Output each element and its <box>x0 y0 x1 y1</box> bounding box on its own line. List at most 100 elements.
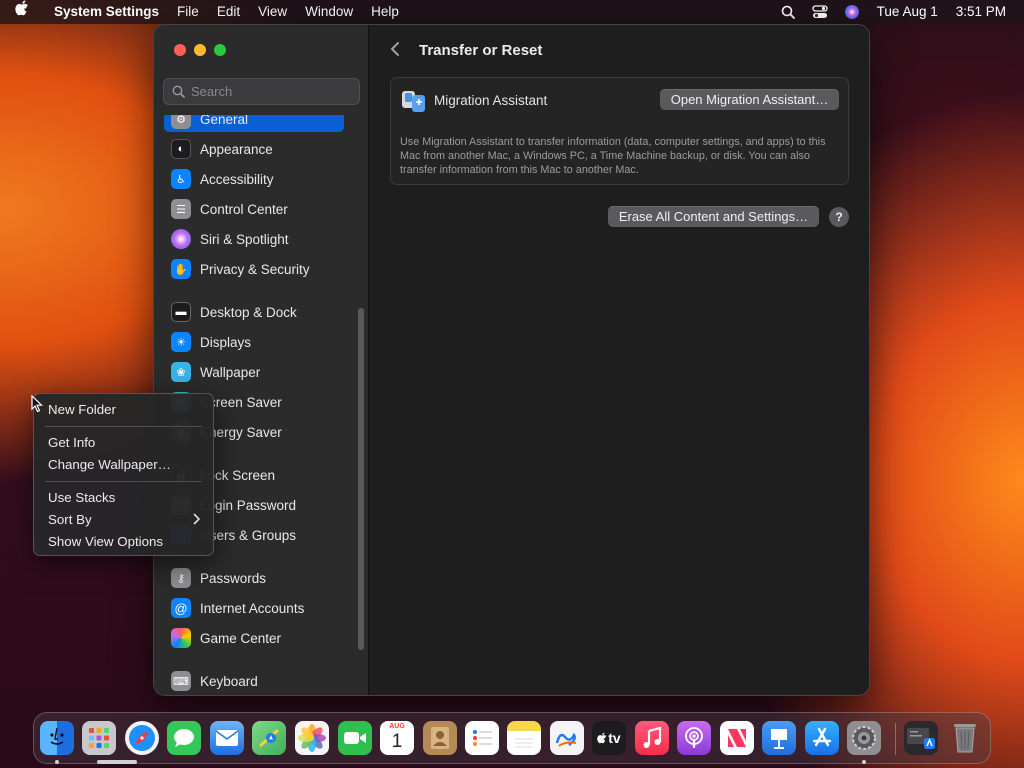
keyboard-icon: ⌨ <box>171 671 191 691</box>
menu-time[interactable]: 3:51 PM <box>947 0 1024 24</box>
menu-item-show-view-options[interactable]: Show View Options <box>48 534 163 549</box>
menu-item-new-folder[interactable]: New Folder <box>48 402 116 417</box>
sidebar-item-label: Displays <box>200 334 252 350</box>
sidebar-item-siri-spotlight[interactable]: Siri & Spotlight <box>164 226 344 252</box>
minimize-window-button[interactable] <box>194 44 206 56</box>
sidebar-item-label: Users & Groups <box>200 527 297 543</box>
wallpaper-icon: ❀ <box>171 362 191 382</box>
search-icon <box>172 85 185 98</box>
sidebar: Search ⚙ General ◐ Appearance ♿ Accessib… <box>154 25 369 695</box>
page-title: Transfer or Reset <box>419 42 543 59</box>
sidebar-item-label: Wallpaper <box>200 364 261 380</box>
running-indicator <box>97 760 137 764</box>
sidebar-item-label: Desktop & Dock <box>200 304 297 320</box>
downloads-folder-icon[interactable] <box>904 721 938 755</box>
sidebar-item-label: Accessibility <box>200 171 274 187</box>
sidebar-search-field[interactable]: Search <box>163 78 360 105</box>
key-icon: ⚷ <box>171 568 191 588</box>
menu-bar: System Settings File Edit View Window He… <box>0 0 1024 24</box>
finder-icon[interactable] <box>40 721 74 755</box>
sidebar-item-label: Keyboard <box>200 673 258 689</box>
sidebar-item-label: Login Password <box>200 497 297 513</box>
zoom-window-button[interactable] <box>214 44 226 56</box>
mouse-pointer-icon <box>31 394 43 418</box>
sidebar-item-internet-accounts[interactable]: @ Internet Accounts <box>164 595 344 621</box>
sidebar-item-displays[interactable]: ☀ Displays <box>164 329 344 355</box>
sidebar-item-control-center[interactable]: ☰ Control Center <box>164 196 344 222</box>
hand-icon: ✋ <box>171 259 191 279</box>
menu-app-name[interactable]: System Settings <box>44 0 168 24</box>
podcasts-icon[interactable] <box>677 721 711 755</box>
sidebar-scrollbar[interactable] <box>358 308 364 650</box>
menu-separator <box>45 481 202 482</box>
reminders-icon[interactable] <box>465 721 499 755</box>
sidebar-item-label: Internet Accounts <box>200 600 305 616</box>
sidebar-item-label: Game Center <box>200 630 282 646</box>
dock: AUG 1 tv <box>33 712 991 764</box>
control-center-icon[interactable] <box>804 0 836 24</box>
menu-window[interactable]: Window <box>296 0 362 24</box>
apple-menu-icon[interactable] <box>0 0 44 24</box>
sidebar-item-appearance[interactable]: ◐ Appearance <box>164 136 344 162</box>
control-center-icon: ☰ <box>171 199 191 219</box>
mail-icon[interactable] <box>210 721 244 755</box>
sidebar-item-game-center[interactable]: Game Center <box>164 625 344 651</box>
game-center-icon <box>171 628 191 648</box>
safari-icon[interactable] <box>125 721 159 755</box>
maps-icon[interactable] <box>252 721 286 755</box>
contacts-icon[interactable] <box>423 721 457 755</box>
running-indicator <box>55 760 59 764</box>
menu-item-get-info[interactable]: Get Info <box>48 435 95 450</box>
menu-item-change-wallpaper[interactable]: Change Wallpaper… <box>48 457 171 472</box>
erase-all-content-button[interactable]: Erase All Content and Settings… <box>608 206 819 227</box>
open-migration-assistant-button[interactable]: Open Migration Assistant… <box>660 89 839 110</box>
keynote-icon[interactable] <box>762 721 796 755</box>
sidebar-item-label: Passwords <box>200 570 267 586</box>
menu-edit[interactable]: Edit <box>208 0 249 24</box>
calendar-month: AUG <box>389 723 405 730</box>
sidebar-item-label: Appearance <box>200 141 273 157</box>
sidebar-item-desktop-dock[interactable]: ▬ Desktop & Dock <box>164 299 344 325</box>
main-pane: Transfer or Reset Migration Assistant Op… <box>370 25 869 695</box>
sidebar-item-label: General <box>200 115 249 127</box>
trash-icon[interactable] <box>948 721 982 755</box>
launchpad-icon[interactable] <box>82 721 116 755</box>
app-store-icon[interactable] <box>805 721 839 755</box>
sidebar-item-label: Siri & Spotlight <box>200 231 289 247</box>
menu-item-use-stacks[interactable]: Use Stacks <box>48 490 115 505</box>
system-settings-icon[interactable] <box>847 721 881 755</box>
search-placeholder: Search <box>191 84 233 99</box>
spotlight-search-icon[interactable] <box>772 0 804 24</box>
menu-help[interactable]: Help <box>362 0 408 24</box>
window-controls <box>174 44 226 56</box>
sun-icon: ☀ <box>171 332 191 352</box>
close-window-button[interactable] <box>174 44 186 56</box>
notes-icon[interactable] <box>507 721 541 755</box>
music-icon[interactable] <box>635 721 669 755</box>
menu-view[interactable]: View <box>249 0 296 24</box>
menu-item-sort-by[interactable]: Sort By <box>48 512 92 527</box>
submenu-chevron-icon <box>193 513 201 528</box>
sidebar-item-general[interactable]: ⚙ General <box>164 115 344 132</box>
facetime-icon[interactable] <box>338 721 372 755</box>
help-button[interactable]: ? <box>829 207 849 227</box>
sidebar-item-wallpaper[interactable]: ❀ Wallpaper <box>164 359 344 385</box>
sidebar-item-privacy-security[interactable]: ✋ Privacy & Security <box>164 256 344 282</box>
back-chevron-icon[interactable] <box>390 41 400 62</box>
menu-file[interactable]: File <box>168 0 208 24</box>
siri-icon[interactable] <box>836 0 868 24</box>
sidebar-item-accessibility[interactable]: ♿ Accessibility <box>164 166 344 192</box>
news-icon[interactable] <box>720 721 754 755</box>
freeform-icon[interactable] <box>550 721 584 755</box>
calendar-icon[interactable]: AUG 1 <box>380 721 414 755</box>
messages-icon[interactable] <box>167 721 201 755</box>
system-settings-window: Search ⚙ General ◐ Appearance ♿ Accessib… <box>154 25 869 695</box>
sidebar-item-keyboard[interactable]: ⌨ Keyboard <box>164 668 344 694</box>
menu-date[interactable]: Tue Aug 1 <box>868 0 947 24</box>
calendar-day: 1 <box>391 731 403 752</box>
tv-icon[interactable]: tv <box>592 721 626 755</box>
photos-icon[interactable] <box>295 721 329 755</box>
sidebar-item-label: Privacy & Security <box>200 261 310 277</box>
dock-icon: ▬ <box>171 302 191 322</box>
sidebar-item-passwords[interactable]: ⚷ Passwords <box>164 565 344 591</box>
